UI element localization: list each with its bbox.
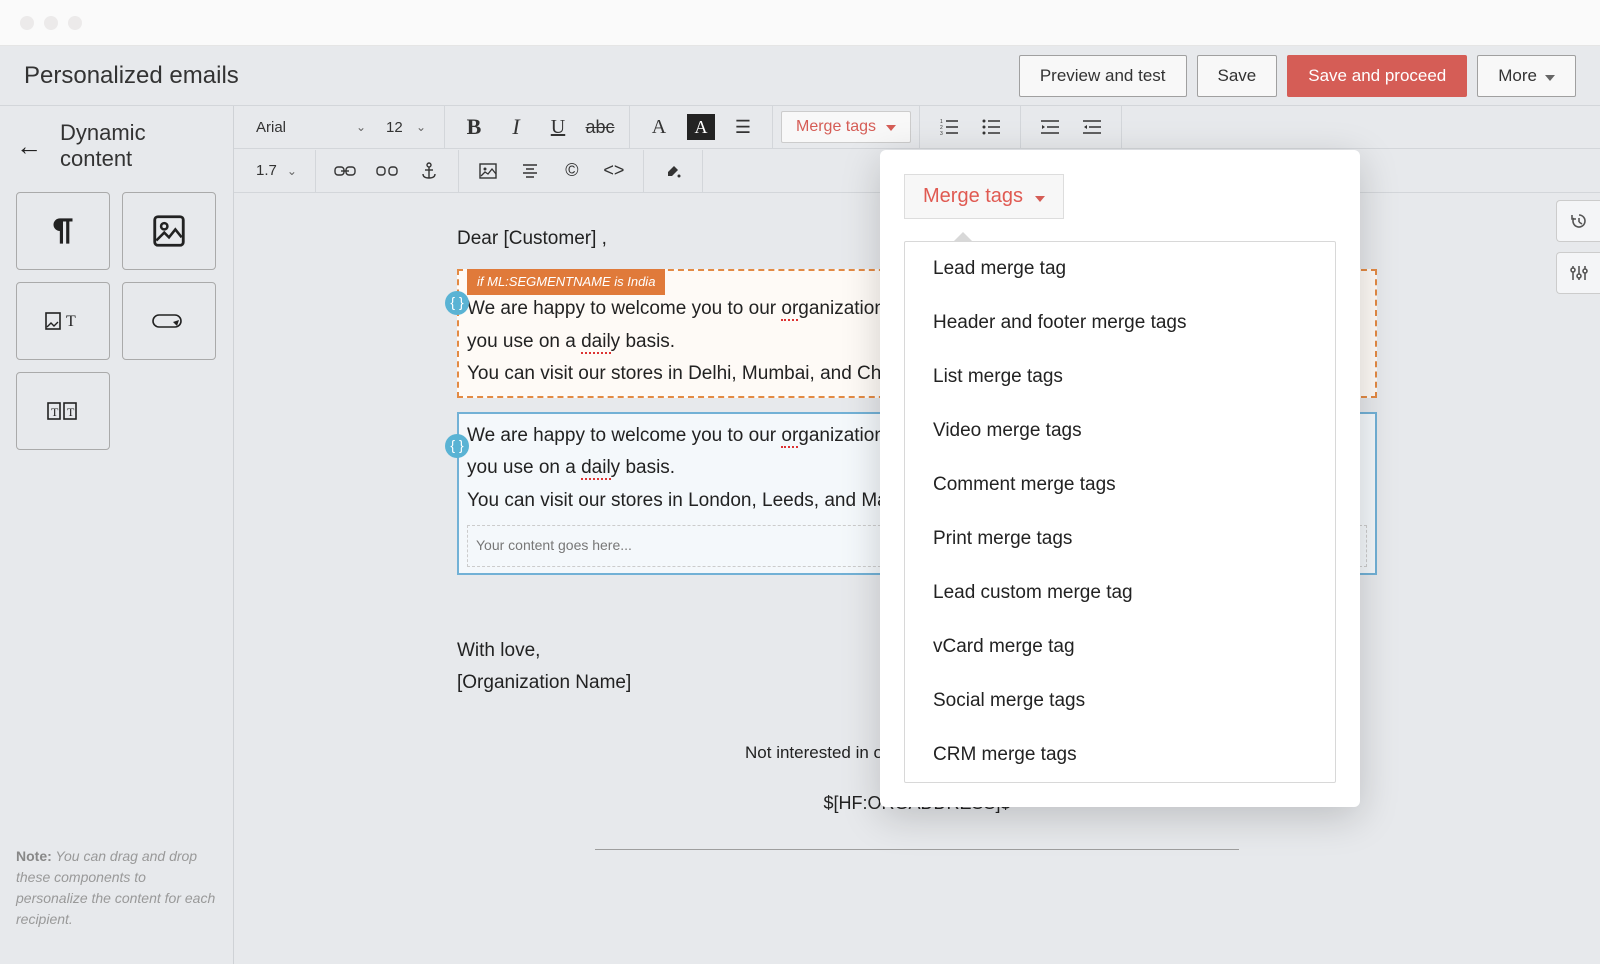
toolbar-row-1: Arial⌄ 12⌄ B I U abc A A ☰ Merge tags [234, 106, 1600, 149]
merge-tag-item[interactable]: Lead custom merge tag [905, 566, 1335, 620]
merge-tag-item[interactable]: vCard merge tag [905, 620, 1335, 674]
insert-image-button[interactable] [467, 151, 509, 191]
sidebar-title: Dynamic content [60, 120, 217, 172]
highlight-button[interactable]: A [680, 107, 722, 147]
merge-tag-item[interactable]: CRM merge tags [905, 728, 1335, 782]
more-button[interactable]: More [1477, 55, 1576, 97]
divider [595, 849, 1239, 850]
unlink-button[interactable] [366, 151, 408, 191]
button-block[interactable] [122, 282, 216, 360]
chevron-down-icon [886, 118, 896, 136]
window-chrome [0, 0, 1600, 46]
chevron-down-icon [1545, 66, 1555, 86]
condition-label: if ML:SEGMENTNAME is India [467, 269, 665, 295]
traffic-light-minimize[interactable] [44, 16, 58, 30]
chevron-down-icon [1035, 185, 1045, 208]
merge-tag-item[interactable]: Lead merge tag [905, 242, 1335, 296]
code-button[interactable]: <> [593, 151, 635, 191]
strikethrough-button[interactable]: abc [579, 107, 621, 147]
block-handle-icon[interactable]: { } [445, 434, 469, 458]
sidebar-note: Note: You can drag and drop these compon… [16, 846, 217, 950]
merge-tags-popover: Merge tags Lead merge tag Header and foo… [880, 150, 1360, 807]
merge-tag-item[interactable]: Comment merge tags [905, 458, 1335, 512]
anchor-button[interactable] [408, 151, 450, 191]
merge-tags-list: Lead merge tag Header and footer merge t… [904, 241, 1336, 783]
align-button[interactable]: ☰ [722, 107, 764, 147]
svg-text:3: 3 [940, 131, 943, 135]
paint-button[interactable] [652, 151, 694, 191]
font-family-select[interactable]: Arial⌄ [246, 106, 376, 148]
merge-tag-item[interactable]: Video merge tags [905, 404, 1335, 458]
list-numbered-button[interactable]: 123 [928, 107, 970, 147]
back-arrow-icon[interactable]: ← [16, 131, 42, 162]
columns-icon: TT [44, 392, 82, 430]
bold-button[interactable]: B [453, 107, 495, 147]
outdent-button[interactable] [1071, 107, 1113, 147]
save-button[interactable]: Save [1197, 55, 1278, 97]
indent-button[interactable] [1029, 107, 1071, 147]
merge-tag-item[interactable]: Print merge tags [905, 512, 1335, 566]
settings-button[interactable] [1556, 252, 1600, 294]
merge-tag-item[interactable]: Header and footer merge tags [905, 296, 1335, 350]
sidebar: ← Dynamic content T TT Note: You can dra… [0, 106, 234, 964]
svg-text:T: T [67, 405, 75, 419]
image-text-icon: T [44, 302, 82, 340]
merge-tag-item[interactable]: Social merge tags [905, 674, 1335, 728]
block-handle-icon[interactable]: { } [445, 291, 469, 315]
header: Personalized emails Preview and test Sav… [0, 46, 1600, 106]
traffic-light-zoom[interactable] [68, 16, 82, 30]
page-title: Personalized emails [24, 62, 239, 90]
image-icon [150, 212, 188, 250]
line-height-select[interactable]: 1.7⌄ [246, 150, 307, 192]
underline-button[interactable]: U [537, 107, 579, 147]
align-center-icon[interactable] [509, 151, 551, 191]
italic-button[interactable]: I [495, 107, 537, 147]
text-block[interactable] [16, 192, 110, 270]
right-rail [1556, 200, 1600, 294]
link-button[interactable] [324, 151, 366, 191]
copyright-button[interactable]: © [551, 151, 593, 191]
paragraph-icon [44, 212, 82, 250]
columns-block[interactable]: TT [16, 372, 110, 450]
merge-tag-item[interactable]: List merge tags [905, 350, 1335, 404]
list-bullet-button[interactable] [970, 107, 1012, 147]
save-proceed-button[interactable]: Save and proceed [1287, 55, 1467, 97]
traffic-light-close[interactable] [20, 16, 34, 30]
svg-text:T: T [66, 313, 76, 330]
merge-tags-button[interactable]: Merge tags [781, 111, 911, 143]
font-size-select[interactable]: 12⌄ [376, 106, 436, 148]
text-color-button[interactable]: A [638, 107, 680, 147]
preview-button[interactable]: Preview and test [1019, 55, 1187, 97]
merge-tags-dropdown-button[interactable]: Merge tags [904, 174, 1064, 219]
button-icon [150, 302, 188, 340]
history-button[interactable] [1556, 200, 1600, 242]
image-text-block[interactable]: T [16, 282, 110, 360]
image-block[interactable] [122, 192, 216, 270]
svg-text:T: T [51, 405, 59, 419]
